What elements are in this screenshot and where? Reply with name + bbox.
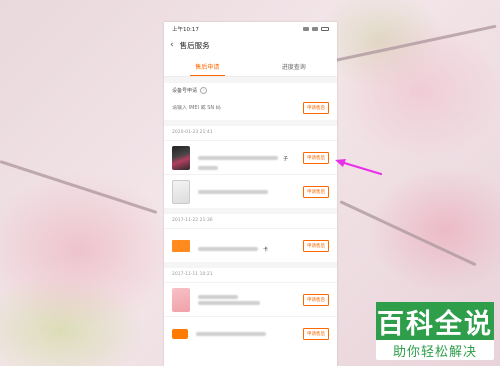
- blurred-product-name: [198, 156, 278, 160]
- page-title: 售后服务: [179, 40, 210, 50]
- branch-decoration: [329, 24, 497, 63]
- blurred-product-spec: [198, 300, 260, 305]
- tab-progress[interactable]: 进度查询: [251, 56, 338, 76]
- apply-button[interactable]: 申请售后: [303, 293, 329, 306]
- blurred-product-name: [196, 331, 266, 336]
- branch-decoration: [0, 160, 158, 214]
- pointer-arrow-icon: [335, 159, 383, 176]
- order-item: 申请售后: [164, 174, 337, 208]
- apply-button[interactable]: 申请售后: [303, 327, 329, 340]
- watermark-slogan: 助你轻松解决: [392, 344, 477, 360]
- product-image: [172, 179, 190, 204]
- device-query-label: 设备号申请: [172, 88, 198, 94]
- order-item: 申请售后: [164, 282, 337, 316]
- order-date: 2020-01-23 21:41: [172, 130, 213, 135]
- device-query-section: 设备号申请 i 申请售后: [164, 83, 337, 116]
- product-image: [172, 287, 190, 312]
- product-name-suffix: 卡: [263, 247, 269, 253]
- product-image: [172, 328, 188, 339]
- imei-input[interactable]: [172, 105, 282, 111]
- tab-apply[interactable]: 售后申请: [164, 56, 251, 76]
- blurred-product-spec: [198, 166, 218, 170]
- status-bar: 上午10:17: [164, 22, 337, 36]
- apply-button[interactable]: 申请售后: [303, 239, 329, 252]
- order-item: 卡 申请售后: [164, 228, 337, 262]
- product-image: [172, 145, 190, 170]
- apply-button[interactable]: 申请售后: [303, 185, 329, 198]
- back-icon[interactable]: ‹: [170, 40, 174, 50]
- order-item: 子 申请售后: [164, 140, 337, 174]
- branch-decoration: [339, 200, 477, 267]
- signal-icon: [303, 27, 309, 31]
- order-item: 申请售后: [164, 316, 337, 350]
- product-name-suffix: 子: [283, 156, 289, 162]
- phone-screen: 上午10:17 ‹ 售后服务 售后申请 进度查询 设备号申请 i 申请售后 20…: [164, 22, 337, 366]
- info-icon[interactable]: i: [200, 87, 208, 94]
- product-image: [172, 239, 190, 252]
- battery-icon: [321, 27, 329, 31]
- watermark-logo: 百科全说 助你轻松解决: [376, 302, 494, 360]
- watermark-title: 百科全说: [376, 302, 494, 340]
- blurred-product-name: [198, 247, 258, 251]
- apply-button[interactable]: 申请售后: [303, 102, 329, 114]
- wifi-icon: [312, 27, 318, 31]
- tab-bar: 售后申请 进度查询: [164, 56, 337, 77]
- blurred-product-name: [198, 189, 268, 194]
- nav-bar: ‹ 售后服务: [164, 36, 337, 54]
- order-date: 2017-11-11 10:21: [172, 272, 213, 277]
- apply-button[interactable]: 申请售后: [303, 151, 329, 164]
- blurred-product-name: [198, 294, 238, 299]
- order-date: 2017-11-22 21:36: [172, 218, 213, 223]
- status-time: 上午10:17: [172, 27, 199, 33]
